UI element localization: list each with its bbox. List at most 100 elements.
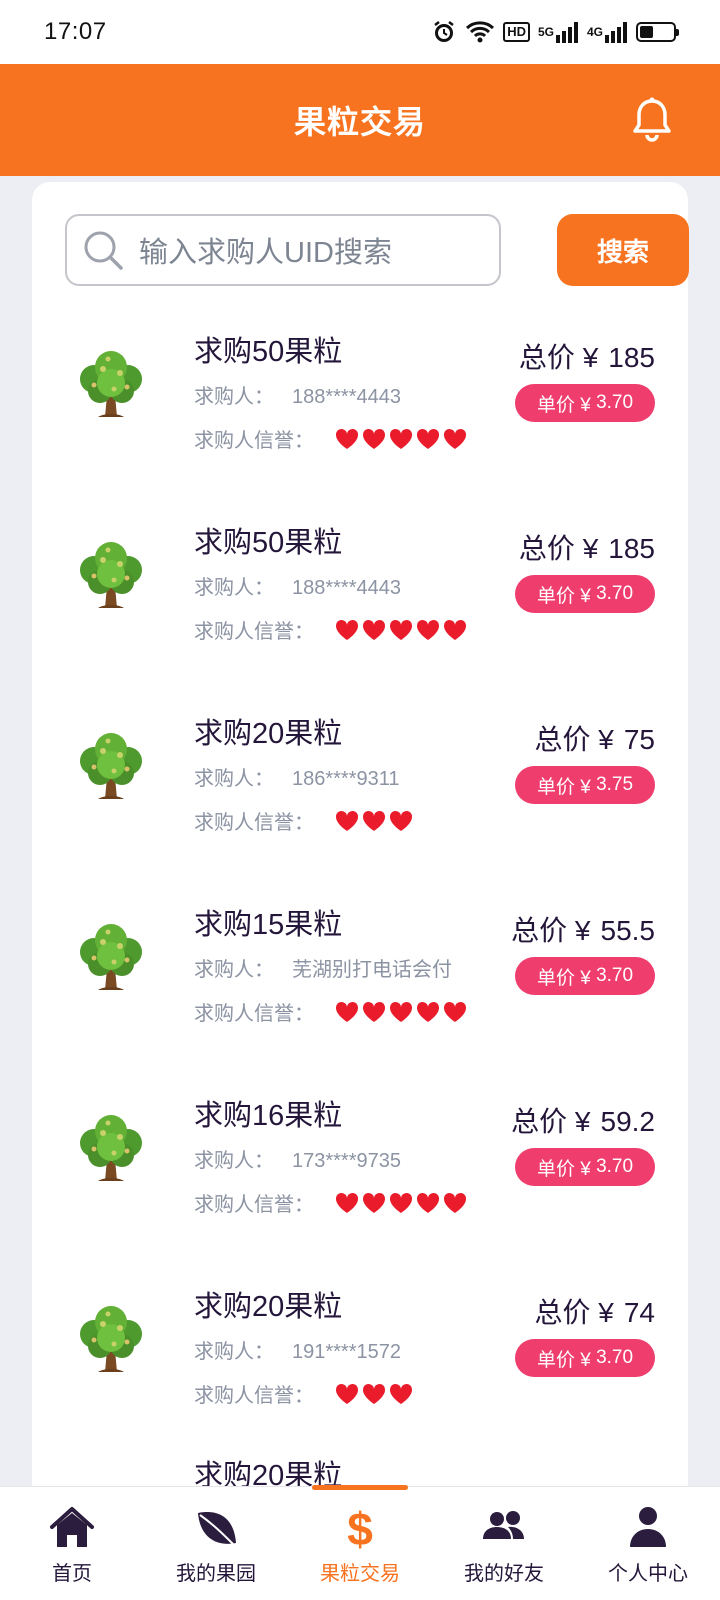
total-amount: 185 (608, 342, 655, 373)
heart-icon (415, 1000, 441, 1024)
item-title: 求购15果粒 (194, 909, 343, 941)
total-amount: 59.2 (600, 1106, 656, 1137)
total-price: 总价 ¥ 185 (519, 336, 655, 376)
unit-price-badge: 单价 ¥ 3.75 (515, 766, 655, 804)
unit-label: 单价 ¥ (536, 1349, 591, 1371)
unit-label: 单价 ¥ (536, 394, 591, 416)
signal-5g-icon: 5G (538, 21, 579, 43)
buyer-label: 求购人： (194, 1341, 274, 1363)
heart-icon (388, 618, 414, 642)
tree-icon (70, 345, 152, 427)
unit-label: 单价 ¥ (536, 967, 591, 989)
status-time: 17:07 (44, 18, 107, 45)
total-amount: 74 (623, 1297, 655, 1328)
item-title: 求购50果粒 (194, 336, 343, 368)
buyer-label: 求购人： (194, 577, 274, 599)
heart-icon (388, 809, 414, 833)
unit-price-badge: 单价 ¥ 3.70 (515, 1148, 655, 1186)
total-price: 总价 ¥ 75 (534, 718, 655, 758)
list-item[interactable]: 求购50果粒 求购人： 188****4443 求购人信誉： 总价 ¥ 185 单价… (32, 501, 688, 692)
wifi-icon (465, 20, 495, 44)
item-title: 求购20果粒 (194, 718, 343, 750)
reputation-row: 求购人信誉： (194, 806, 414, 835)
heart-icon (334, 1191, 360, 1215)
nav-item[interactable]: 个人中心 (576, 1487, 720, 1600)
reputation-row: 求购人信誉： (194, 1379, 414, 1408)
reputation-row: 求购人信誉： (194, 615, 468, 644)
search-button[interactable]: 搜索 (557, 214, 689, 286)
trade-card: 输入求购人UID搜索 搜索 求购50果粒 求购人： 188****4443 求购人… (32, 182, 689, 1600)
nav-label: 我的果园 (176, 1563, 256, 1585)
buyer-label: 求购人： (194, 1150, 274, 1172)
reputation-hearts (334, 618, 468, 642)
unit-amount: 3.70 (596, 1156, 634, 1177)
nav-item[interactable]: $ 果粒交易 (288, 1485, 432, 1600)
dollar-icon: $ (336, 1503, 384, 1555)
buyer-value: 191****1572 (292, 1341, 401, 1363)
heart-icon (442, 427, 468, 451)
heart-icon (334, 1382, 360, 1406)
item-title: 求购20果粒 (194, 1291, 343, 1323)
buyer-value: 173****9735 (292, 1150, 401, 1172)
status-bar: 17:07 HD 5G 4G (0, 0, 720, 64)
alarm-icon (431, 19, 457, 45)
unit-label: 单价 ¥ (536, 1158, 591, 1180)
total-amount: 185 (608, 533, 655, 564)
tree-icon (70, 536, 152, 618)
total-label: 总价 ¥ (511, 915, 591, 946)
total-amount: 55.5 (600, 915, 656, 946)
unit-price-badge: 单价 ¥ 3.70 (515, 1339, 655, 1377)
buyer-value: 188****4443 (292, 386, 401, 408)
reputation-hearts (334, 1382, 414, 1406)
nav-label: 个人中心 (608, 1563, 688, 1585)
heart-icon (442, 1191, 468, 1215)
unit-amount: 3.70 (596, 1347, 634, 1368)
nav-item[interactable]: 首页 (0, 1487, 144, 1600)
buyer-row: 求购人： 173****9735 (194, 1144, 401, 1173)
heart-icon (334, 809, 360, 833)
list-item[interactable]: 求购50果粒 求购人： 188****4443 求购人信誉： 总价 ¥ 185 单价… (32, 310, 688, 501)
item-title: 求购16果粒 (194, 1100, 343, 1132)
list-item[interactable]: 求购15果粒 求购人： 芜湖别打电话会付 求购人信誉： 总价 ¥ 55.5 单价 ¥… (32, 883, 688, 1074)
buyer-label: 求购人： (194, 768, 274, 790)
bell-icon[interactable] (628, 96, 676, 144)
heart-icon (388, 1382, 414, 1406)
net-label-4g: 4G (586, 25, 603, 39)
leaf-icon (192, 1505, 240, 1549)
search-row: 输入求购人UID搜索 搜索 (65, 214, 689, 286)
buyer-row: 求购人： 191****1572 (194, 1335, 401, 1364)
page-title: 果粒交易 (293, 104, 426, 140)
heart-icon (388, 1000, 414, 1024)
reputation-row: 求购人信誉： (194, 1188, 468, 1217)
buyer-row: 求购人： 芜湖别打电话会付 (194, 953, 452, 982)
total-price: 总价 ¥ 55.5 (511, 909, 655, 949)
reputation-label: 求购人信誉： (194, 621, 314, 643)
reputation-hearts (334, 427, 468, 451)
search-input[interactable]: 输入求购人UID搜索 (65, 214, 501, 286)
unit-amount: 3.70 (596, 965, 634, 986)
tree-icon (70, 918, 152, 1000)
heart-icon (361, 809, 387, 833)
unit-amount: 3.70 (596, 583, 634, 604)
reputation-label: 求购人信誉： (194, 812, 314, 834)
unit-amount: 3.75 (596, 774, 634, 795)
hd-badge: HD (503, 22, 530, 42)
list-item[interactable]: 求购20果粒 求购人： 186****9311 求购人信誉： 总价 ¥ 75 单价 … (32, 692, 688, 883)
home-icon (48, 1505, 96, 1549)
nav-label: 首页 (52, 1563, 92, 1585)
active-indicator (312, 1485, 408, 1490)
status-icons: HD 5G 4G (431, 19, 679, 45)
nav-item[interactable]: 我的果园 (144, 1487, 288, 1600)
heart-icon (334, 618, 360, 642)
item-title: 求购50果粒 (194, 527, 343, 559)
list-item[interactable]: 求购16果粒 求购人： 173****9735 求购人信誉： 总价 ¥ 59.2 单… (32, 1074, 688, 1265)
reputation-label: 求购人信誉： (194, 1194, 314, 1216)
nav-item[interactable]: 我的好友 (432, 1487, 576, 1600)
nav-label: 我的好友 (464, 1563, 544, 1585)
heart-icon (388, 427, 414, 451)
reputation-row: 求购人信誉： (194, 424, 468, 453)
heart-icon (361, 1382, 387, 1406)
buyer-value: 芜湖别打电话会付 (292, 959, 452, 981)
list-item[interactable]: 求购20果粒 求购人： 191****1572 求购人信誉： 总价 ¥ 74 单价 … (32, 1265, 688, 1456)
person-icon (624, 1505, 672, 1549)
